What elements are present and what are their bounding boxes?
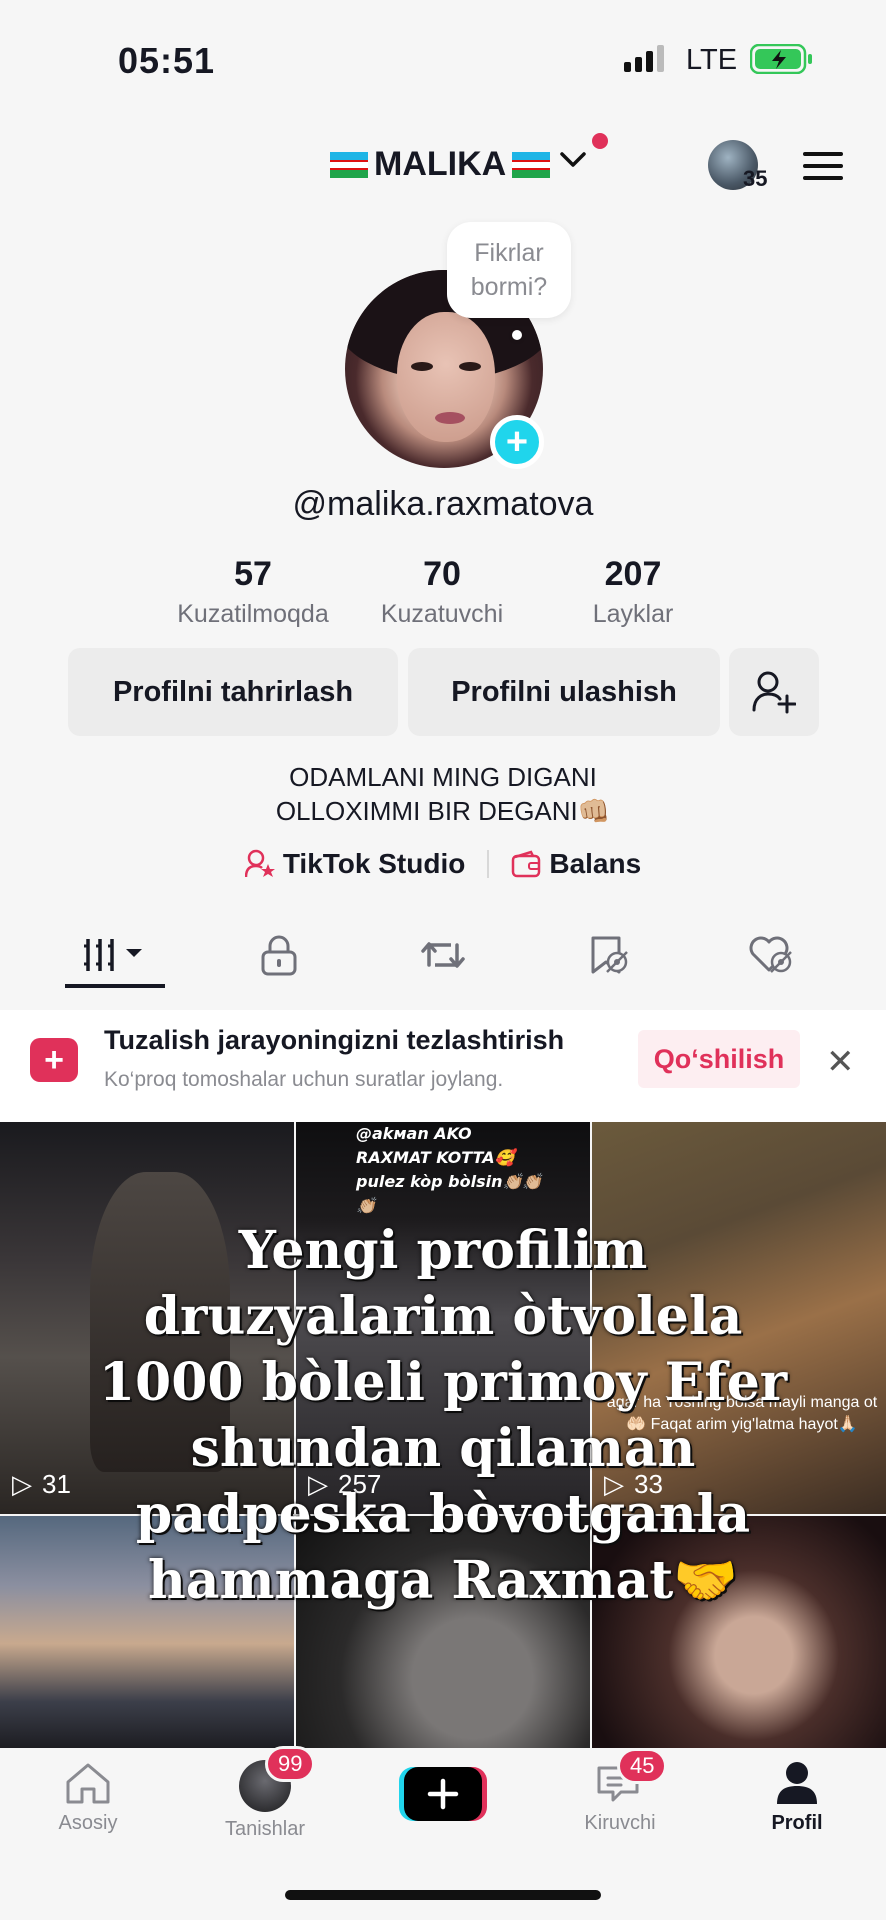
- nav-home[interactable]: Asosiy: [28, 1760, 148, 1835]
- nav-profile-label: Profil: [771, 1812, 823, 1834]
- likes-label: Layklar: [592, 600, 674, 628]
- banner-title: Tuzalish jarayoningizni tezlashtirish: [104, 1025, 565, 1055]
- home-indicator: [285, 1890, 601, 1900]
- network-type: LTE: [686, 44, 738, 76]
- battery-icon: [750, 44, 812, 74]
- play-icon: ▷: [12, 1469, 32, 1499]
- bubble-line-2: bormi?: [470, 273, 548, 301]
- friends-avatar: 99: [239, 1746, 316, 1812]
- video-caption: @akмаn AKO RAXMAT KOTTA🥰 pulez kòp bòlsi…: [356, 1124, 543, 1215]
- uzbekistan-flag-icon: [512, 151, 551, 178]
- likes-stat[interactable]: 207 Layklar: [543, 555, 723, 629]
- bubble-tail: [512, 330, 522, 340]
- nav-friends[interactable]: 99 Tanishlar: [205, 1746, 325, 1841]
- following-label: Kuzatilmoqda: [177, 600, 329, 628]
- profile-links: TikTok Studio Balans: [0, 848, 886, 880]
- likes-count: 207: [604, 555, 662, 593]
- favorites-icon: [591, 936, 628, 974]
- followers-stat[interactable]: 70 Kuzatuvchi: [352, 555, 532, 629]
- plus-icon: [399, 1767, 487, 1821]
- nav-inbox-label: Kiruvchi: [584, 1812, 656, 1834]
- following-count: 57: [234, 555, 272, 593]
- tab-favorites[interactable]: [554, 925, 664, 985]
- chevron-down-icon[interactable]: [558, 148, 588, 172]
- banner-subtitle: Ko‘proq tomoshalar uchun suratlar joylan…: [104, 1068, 504, 1091]
- thought-bubble[interactable]: Fikrlar bormi?: [447, 222, 571, 318]
- banner-join-button[interactable]: Qo‘shilish: [638, 1030, 800, 1088]
- home-icon: [66, 1763, 110, 1804]
- status-time: 05:51: [118, 40, 216, 81]
- edit-profile-button[interactable]: Profilni tahrirlash: [68, 648, 398, 736]
- tab-private[interactable]: [224, 925, 334, 985]
- liked-icon: [749, 936, 792, 973]
- uzbekistan-flag-icon: [330, 151, 368, 178]
- studio-icon: [244, 849, 275, 878]
- username: @malika.raxmatova: [292, 485, 594, 523]
- nav-home-label: Asosiy: [58, 1812, 118, 1834]
- profile-icon: [777, 1762, 817, 1804]
- friends-badge: 99: [265, 1746, 316, 1782]
- header-title: MALIKA: [374, 145, 507, 183]
- followers-count: 70: [423, 555, 461, 593]
- bio-line-1: ODAMLANI MING DIGANI: [289, 762, 597, 792]
- videos-grid-icon: [84, 939, 142, 971]
- add-user-icon: [752, 671, 796, 714]
- nav-friends-label: Tanishlar: [224, 1818, 306, 1840]
- nav-profile[interactable]: Profil: [737, 1760, 857, 1835]
- wallet-icon: [512, 850, 541, 878]
- tab-videos[interactable]: [60, 925, 170, 985]
- active-tab-indicator: [65, 984, 165, 988]
- tab-reposts[interactable]: [388, 925, 498, 985]
- banner-plus-icon: +: [30, 1038, 78, 1082]
- lock-icon: [261, 935, 297, 976]
- followers-label: Kuzatuvchi: [380, 600, 504, 628]
- tab-liked[interactable]: [716, 925, 826, 985]
- repost-icon: [421, 942, 465, 968]
- tiktok-studio-label: TikTok Studio: [282, 848, 466, 879]
- balance-label: Balans: [549, 848, 642, 879]
- inbox-badge: 45: [617, 1748, 668, 1784]
- video-overlay-text: Yengi profilim druzyalarim òtvolela 1000…: [98, 1220, 788, 1611]
- bio-line-2: OLLOXIMMI BIR DEGANI👊🏼: [275, 796, 611, 826]
- account-switcher[interactable]: MALIKA: [330, 145, 551, 184]
- following-stat[interactable]: 57 Kuzatilmoqda: [163, 555, 343, 629]
- bubble-line-1: Fikrlar: [474, 239, 544, 267]
- nav-inbox[interactable]: 45 Kiruvchi: [560, 1748, 680, 1835]
- create-button[interactable]: [399, 1765, 487, 1823]
- menu-icon[interactable]: [803, 150, 845, 182]
- add-friend-button[interactable]: [729, 648, 819, 736]
- tiktok-studio-link[interactable]: TikTok Studio: [244, 848, 466, 880]
- add-story-icon[interactable]: +: [490, 415, 544, 469]
- divider: [487, 850, 490, 878]
- notification-dot: [592, 133, 608, 149]
- balance-link[interactable]: Balans: [511, 848, 641, 880]
- story-count: 35: [743, 166, 768, 191]
- share-profile-button[interactable]: Profilni ulashish: [408, 648, 720, 736]
- close-icon[interactable]: ✕: [826, 1042, 855, 1082]
- signal-icon: [624, 45, 664, 72]
